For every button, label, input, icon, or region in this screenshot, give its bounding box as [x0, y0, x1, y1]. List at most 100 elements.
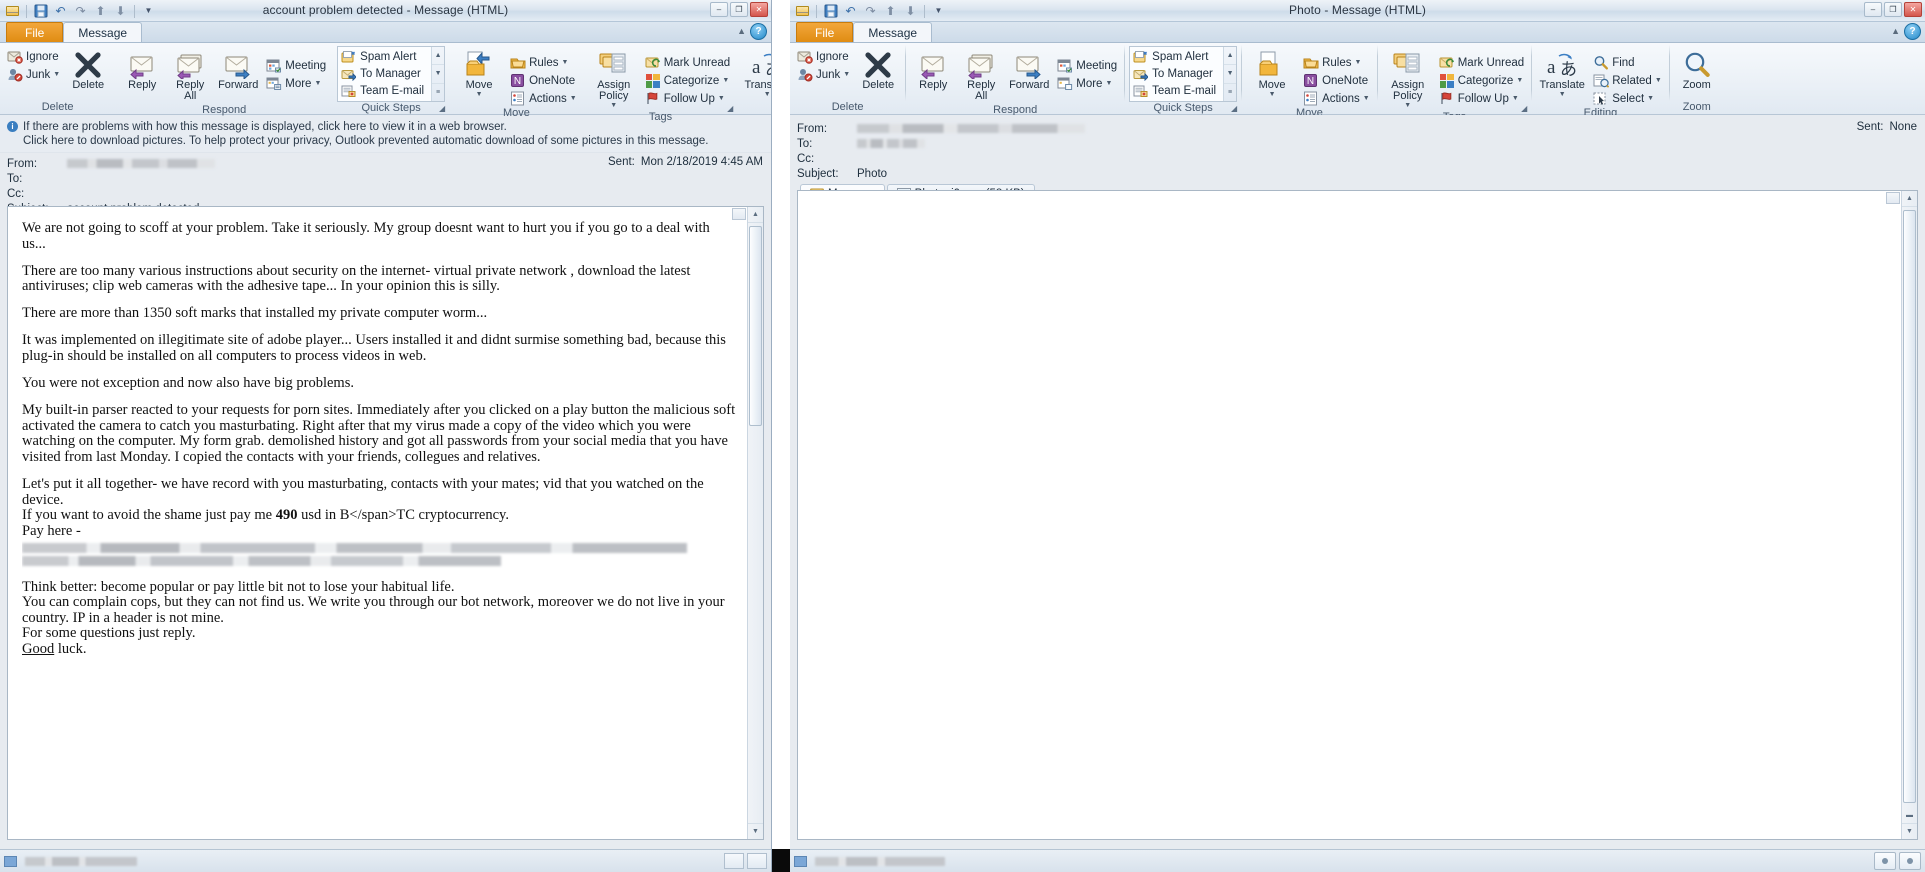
minimize-ribbon-icon[interactable]: ▲	[1891, 26, 1900, 36]
select-button[interactable]: Select ▼	[1590, 90, 1665, 107]
actions-button[interactable]: Actions ▼	[507, 90, 580, 107]
chevron-down-icon[interactable]: ▼	[1363, 95, 1370, 102]
help-icon[interactable]: ?	[750, 23, 767, 40]
quick-steps-scrollbar[interactable]: ▲ ▼ ≡	[1223, 47, 1237, 101]
scroll-up-icon[interactable]: ▲	[748, 207, 763, 223]
translate-button[interactable]: aあ Translate ▼	[1536, 47, 1588, 100]
info-bar-line-2[interactable]: Click here to download pictures. To help…	[23, 134, 708, 148]
tags-dialog-launcher-icon[interactable]: ◢	[725, 103, 735, 114]
chevron-down-icon[interactable]: ▼	[1655, 77, 1662, 84]
chevron-down-icon[interactable]: ▼	[314, 80, 321, 87]
categorize-button[interactable]: Categorize ▼	[642, 72, 733, 89]
minimize-ribbon-icon[interactable]: ▲	[737, 26, 746, 36]
more-button[interactable]: More ▼	[263, 75, 329, 92]
quick-step-to-manager[interactable]: To Manager	[1131, 65, 1222, 82]
chevron-down-icon[interactable]: ▼	[764, 91, 771, 98]
left-message-body[interactable]: We are not going to scoff at your proble…	[22, 221, 737, 835]
meeting-button[interactable]: Meeting	[1054, 57, 1120, 74]
split-pane-icon[interactable]	[732, 208, 746, 220]
chevron-down-icon[interactable]: ▼	[843, 71, 850, 78]
reply-button[interactable]: Reply	[119, 47, 165, 93]
quick-steps-scrollbar[interactable]: ▲ ▼ ≡	[431, 47, 445, 101]
chevron-down-icon[interactable]: ▼	[718, 95, 725, 102]
right-message-body[interactable]	[812, 205, 1891, 835]
scroll-up-icon[interactable]: ▲	[1224, 47, 1237, 66]
chevron-down-icon[interactable]: ▼	[1516, 77, 1523, 84]
to-value[interactable]	[857, 138, 1925, 150]
chevron-down-icon[interactable]: ▼	[476, 91, 483, 98]
quick-steps-gallery[interactable]: Spam Alert To Manager Team E-mail ▲ ▼ ≡	[337, 46, 446, 102]
scrollbar-thumb[interactable]	[749, 226, 762, 426]
close-button[interactable]: ✕	[1904, 2, 1922, 17]
ignore-button[interactable]: Ignore	[794, 48, 853, 65]
chevron-down-icon[interactable]: ▼	[1105, 80, 1112, 87]
meeting-button[interactable]: Meeting	[263, 57, 329, 74]
people-pane-expand-icon[interactable]	[1899, 852, 1921, 870]
reply-all-button[interactable]: Reply All	[958, 47, 1004, 104]
chevron-down-icon[interactable]: ▼	[1559, 91, 1566, 98]
quick-steps-dialog-launcher-icon[interactable]: ◢	[1229, 103, 1239, 114]
assign-policy-button[interactable]: Assign Policy ▼	[1382, 47, 1434, 111]
tags-dialog-launcher-icon[interactable]: ◢	[1519, 103, 1529, 114]
tab-file[interactable]: File	[796, 22, 854, 42]
minimize-button[interactable]: –	[710, 2, 728, 17]
maximize-button[interactable]: ❐	[730, 2, 748, 17]
right-window-buttons[interactable]: – ❐ ✕	[1864, 2, 1922, 17]
status-box-2[interactable]	[747, 853, 767, 869]
left-window-buttons[interactable]: – ❐ ✕	[710, 2, 768, 17]
translate-button[interactable]: aあ Translate ▼	[741, 47, 771, 100]
close-button[interactable]: ✕	[750, 2, 768, 17]
scrollbar-thumb[interactable]	[1903, 210, 1916, 803]
quick-step-team-email[interactable]: Team E-mail	[339, 82, 430, 99]
info-bar-row-2[interactable]: Click here to download pictures. To help…	[7, 134, 771, 148]
forward-button[interactable]: Forward	[1006, 47, 1052, 93]
chevron-down-icon[interactable]: ▼	[570, 95, 577, 102]
rules-button[interactable]: Rules ▼	[507, 54, 580, 71]
chevron-down-icon[interactable]: ▼	[1512, 95, 1519, 102]
chevron-down-icon[interactable]: ▼	[1269, 91, 1276, 98]
mark-unread-button[interactable]: Mark Unread	[642, 54, 733, 71]
assign-policy-button[interactable]: Assign Policy ▼	[588, 47, 640, 111]
help-icon[interactable]: ?	[1904, 23, 1921, 40]
categorize-button[interactable]: Categorize ▼	[1436, 72, 1527, 89]
forward-button[interactable]: Forward	[215, 47, 261, 93]
junk-button[interactable]: Junk ▼	[794, 66, 853, 83]
people-pane-icon[interactable]	[1874, 852, 1896, 870]
tab-message[interactable]: Message	[853, 22, 933, 42]
scroll-down-icon[interactable]: ▼	[748, 823, 763, 839]
from-value[interactable]	[857, 123, 1925, 135]
reply-all-button[interactable]: Reply All	[167, 47, 213, 104]
rules-button[interactable]: Rules ▼	[1300, 54, 1373, 71]
left-body-scrollbar[interactable]: ▲ ▼	[747, 207, 763, 839]
scroll-down-icon[interactable]: ▼	[1224, 65, 1237, 84]
scroll-down-icon[interactable]: ▼	[1902, 823, 1917, 839]
scroll-up-icon[interactable]: ▲	[1902, 191, 1917, 207]
scroll-up-icon[interactable]: ▲	[432, 47, 445, 66]
onenote-button[interactable]: N OneNote	[507, 72, 580, 89]
quick-steps-gallery[interactable]: Spam Alert To Manager Team E-mail ▲ ▼ ≡	[1129, 46, 1238, 102]
scroll-middle-marker[interactable]: ▬	[1902, 807, 1917, 823]
tab-file[interactable]: File	[6, 22, 64, 42]
tab-message[interactable]: Message	[63, 22, 143, 42]
chevron-down-icon[interactable]: ▼	[561, 59, 568, 66]
quick-step-to-manager[interactable]: To Manager	[339, 65, 430, 82]
related-button[interactable]: Related ▼	[1590, 72, 1665, 89]
info-bar-line-1[interactable]: If there are problems with how this mess…	[23, 120, 507, 134]
mark-unread-button[interactable]: Mark Unread	[1436, 54, 1527, 71]
quick-step-spam-alert[interactable]: Spam Alert	[339, 48, 430, 65]
move-button[interactable]: Move ▼	[453, 47, 505, 100]
quick-step-spam-alert[interactable]: Spam Alert	[1131, 48, 1222, 65]
chevron-down-icon[interactable]: ▼	[53, 71, 60, 78]
quick-steps-menu-icon[interactable]: ≡	[1224, 84, 1236, 101]
follow-up-button[interactable]: Follow Up ▼	[1436, 90, 1527, 107]
more-button[interactable]: More ▼	[1054, 75, 1120, 92]
zoom-button[interactable]: Zoom	[1674, 47, 1720, 93]
chevron-down-icon[interactable]: ▼	[610, 102, 617, 109]
chevron-down-icon[interactable]: ▼	[1354, 59, 1361, 66]
scroll-down-icon[interactable]: ▼	[432, 65, 445, 84]
reply-button[interactable]: Reply	[910, 47, 956, 93]
onenote-button[interactable]: N OneNote	[1300, 72, 1373, 89]
delete-button[interactable]: Delete	[65, 47, 111, 93]
junk-button[interactable]: Junk ▼	[4, 66, 63, 83]
chevron-down-icon[interactable]: ▼	[1404, 102, 1411, 109]
